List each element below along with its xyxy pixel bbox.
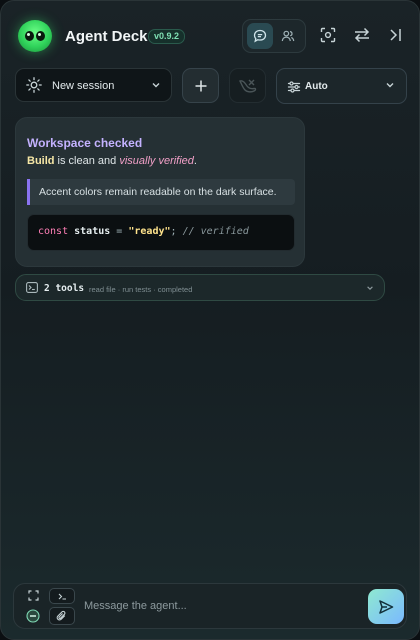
clear-icon	[238, 79, 256, 93]
code-punct: ;	[170, 226, 177, 237]
code-keyword: const	[38, 226, 69, 237]
stop-button[interactable]	[21, 608, 45, 624]
capture-button[interactable]	[318, 25, 338, 45]
code-operator: =	[116, 226, 123, 237]
swap-icon	[354, 27, 370, 43]
mode-toggle	[242, 19, 306, 53]
swap-button[interactable]	[352, 25, 372, 45]
chevron-down-icon	[385, 80, 395, 90]
session-select[interactable]: New session	[15, 68, 172, 102]
model-select[interactable]: Auto	[276, 68, 407, 104]
logo-eye-left	[25, 31, 34, 41]
minus-circle-icon	[26, 609, 40, 623]
collapse-panel-icon	[390, 29, 401, 41]
send-icon	[379, 599, 394, 614]
code-comment: // verified	[182, 226, 249, 237]
message-body: Build is clean and visually verified.	[27, 155, 197, 167]
tools-meta: read file · run tests · completed	[89, 285, 193, 294]
sun-icon	[26, 77, 42, 93]
terminal-icon	[26, 282, 38, 293]
composer: Message the agent...	[13, 583, 407, 629]
tools-summary[interactable]: 2 tools read file · run tests · complete…	[15, 274, 385, 301]
terminal-icon	[58, 593, 66, 600]
message-input[interactable]: Message the agent...	[84, 600, 187, 612]
message-period: .	[193, 155, 197, 167]
app-title: Agent Deck	[65, 28, 148, 45]
header: Agent Deck v0.9.2	[1, 1, 419, 67]
message-bold: Build	[27, 155, 55, 167]
quote-text: Accent colors remain readable on the dar…	[39, 186, 277, 198]
code-string: "ready"	[128, 226, 171, 237]
session-label: New session	[52, 80, 115, 92]
paperclip-icon	[56, 610, 66, 621]
blockquote: Accent colors remain readable on the dar…	[27, 179, 295, 205]
users-icon	[281, 30, 295, 42]
message-text: is clean and	[54, 155, 120, 167]
collapse-panel-button[interactable]	[385, 25, 405, 45]
assistant-message: Workspace checked Build is clean and vis…	[15, 117, 305, 267]
chevron-down-icon	[151, 80, 161, 90]
clear-session-button[interactable]	[229, 68, 266, 103]
expand-button[interactable]	[21, 588, 45, 602]
chevron-down-icon	[366, 284, 374, 292]
send-button[interactable]	[368, 589, 404, 624]
sliders-icon	[287, 80, 301, 94]
message-italic: visually verified	[119, 155, 194, 167]
capture-icon	[320, 27, 336, 43]
model-label: Auto	[305, 81, 328, 92]
attach-button[interactable]	[49, 607, 75, 625]
logo-blob	[18, 20, 52, 52]
terminal-button[interactable]	[49, 588, 75, 604]
message-title: Workspace checked	[27, 136, 143, 150]
code-identifier: status	[74, 226, 111, 237]
agents-mode-button[interactable]	[275, 23, 301, 49]
code-block: const status = "ready"; // verified	[27, 214, 295, 251]
plus-icon	[195, 80, 206, 91]
version-badge: v0.9.2	[148, 29, 186, 44]
expand-icon	[27, 589, 39, 601]
tools-count: 2 tools	[44, 283, 85, 294]
logo-eye-right	[36, 31, 45, 41]
chat-bubble-icon	[253, 29, 267, 43]
code-line: const status = "ready"; // verified	[38, 226, 249, 237]
chat-mode-button[interactable]	[247, 23, 273, 49]
agent-panel: Agent Deck v0.9.2 New session Auto Works…	[0, 0, 420, 640]
new-session-button[interactable]	[182, 68, 219, 103]
